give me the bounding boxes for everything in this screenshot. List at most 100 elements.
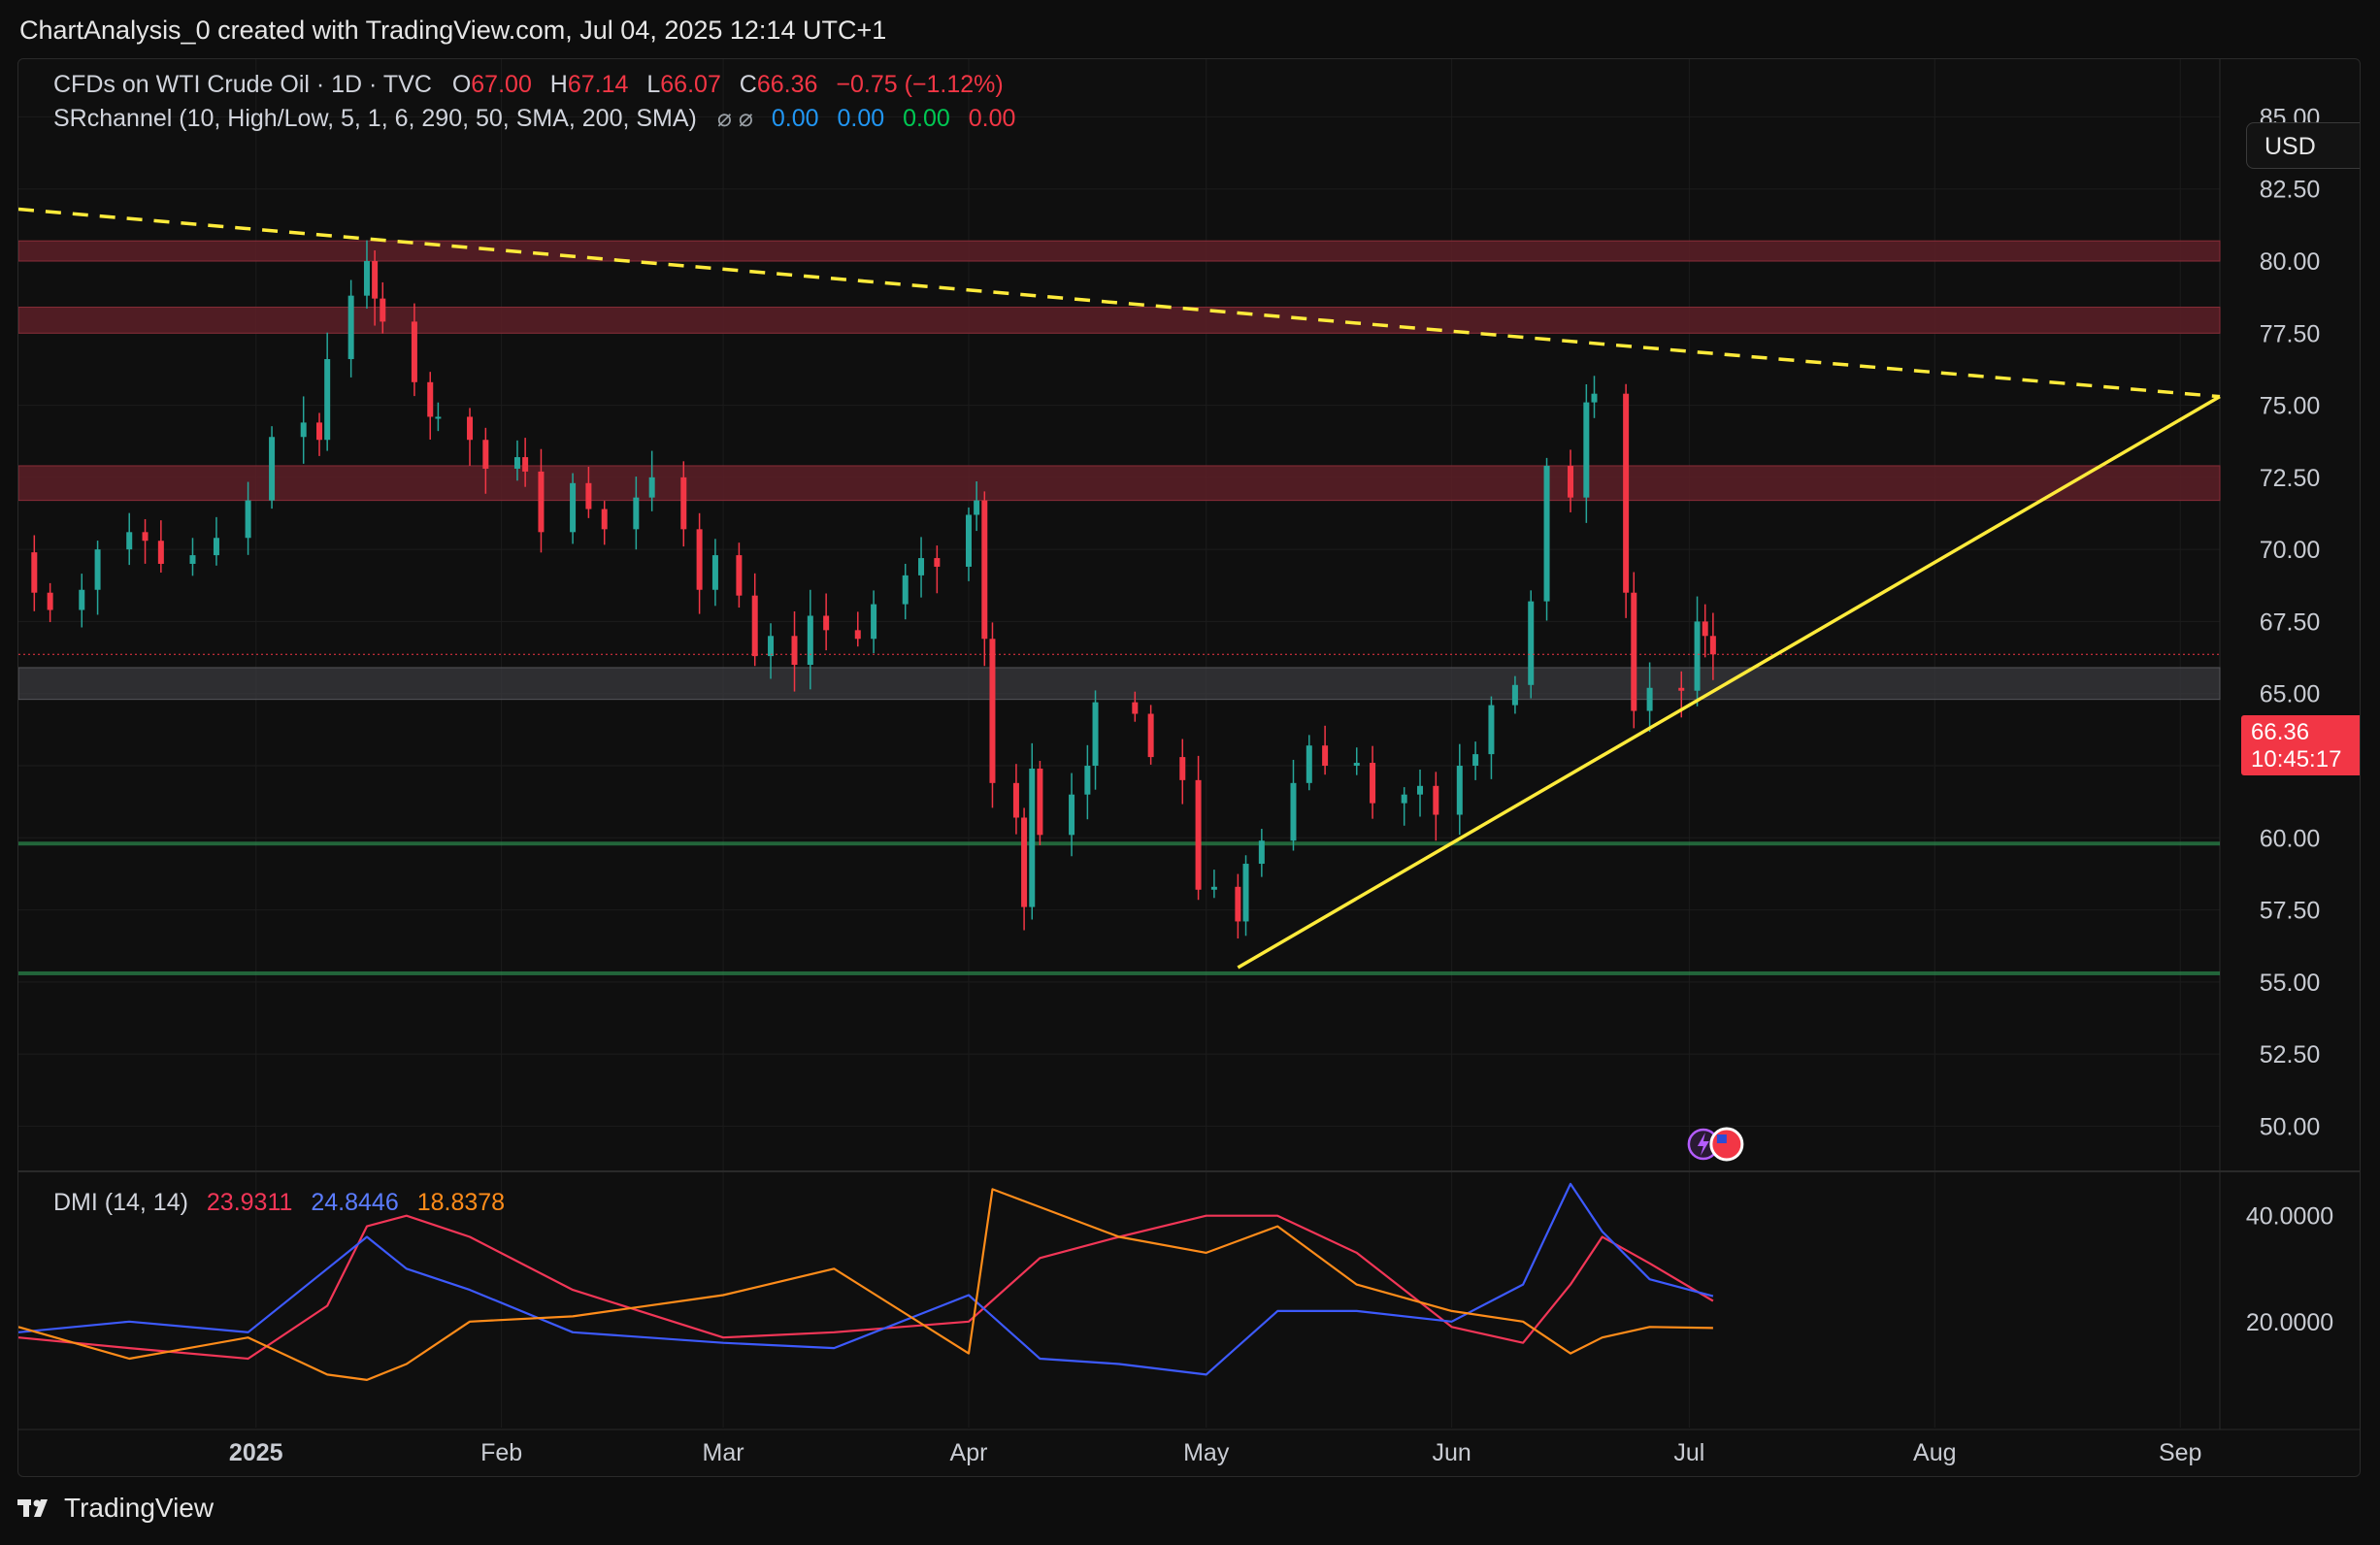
us-flag-event-icon: [1709, 1127, 1744, 1162]
candle-body: [269, 437, 276, 501]
price-tick-label: 60.00: [2260, 825, 2321, 852]
time-tick-label: Sep: [2159, 1439, 2201, 1466]
candle-body: [918, 558, 925, 575]
candle-body: [1179, 757, 1186, 780]
currency-button[interactable]: USD: [2246, 122, 2360, 169]
candle-body: [1401, 794, 1407, 804]
change-value: −0.75 (−1.12%): [836, 71, 1004, 98]
candle-body: [482, 440, 489, 469]
low-value: 66.07: [660, 71, 721, 98]
candle-body: [965, 514, 972, 567]
indicator-title: SRchannel (10, High/Low, 5, 1, 6, 290, 5…: [53, 105, 697, 132]
high-label: H: [549, 71, 568, 98]
candle-body: [513, 457, 520, 469]
candle-body: [467, 416, 474, 441]
candle-body: [347, 295, 354, 360]
candle-body: [363, 261, 370, 296]
dmi-legend: DMI (14, 14) 23.9311 24.8446 18.8378: [53, 1189, 505, 1217]
candle-body: [213, 538, 219, 556]
candle-body: [1147, 713, 1154, 758]
dmi-tick-label: 40.0000: [2246, 1203, 2333, 1231]
indicator-legend: SRchannel (10, High/Low, 5, 1, 6, 290, 5…: [53, 104, 1015, 133]
candle-body: [1631, 592, 1637, 711]
candle-body: [372, 261, 379, 299]
chart-svg[interactable]: 85.0082.5080.0077.5075.0072.5070.0067.50…: [18, 59, 2360, 1476]
candle-body: [1417, 785, 1424, 795]
candle-body: [1258, 840, 1265, 865]
indicator-value-2: 0.00: [837, 105, 885, 132]
resistance-zone: [18, 240, 2221, 262]
candle-body: [126, 532, 133, 550]
tradingview-brand: TradingView: [64, 1493, 215, 1523]
time-axis: 2025 Feb Mar Apr May Jun Jul Aug Sep: [229, 1439, 2202, 1466]
plus-di-value: 23.9311: [206, 1189, 293, 1216]
indicator-value-3: 0.00: [903, 105, 950, 132]
candle-body: [680, 477, 687, 530]
candle-body: [324, 359, 331, 441]
dmi-title: DMI (14, 14): [53, 1189, 188, 1216]
candle-body: [751, 595, 758, 657]
price-tick-label: 70.00: [2260, 537, 2321, 564]
candle-body: [189, 555, 196, 564]
current-price-zone: [18, 667, 2221, 701]
candle-body: [1084, 766, 1091, 795]
candle-body: [1370, 763, 1376, 804]
candle-body: [1488, 705, 1495, 755]
close-value: 66.36: [756, 71, 818, 98]
candle-body: [1242, 864, 1249, 922]
candle-body: [989, 639, 996, 783]
support-line: [18, 841, 2220, 846]
indicator-visibility-icons[interactable]: ⌀ ⌀: [717, 105, 753, 132]
candle-body: [1012, 782, 1019, 818]
candle-body: [601, 509, 608, 530]
candle-body: [1021, 817, 1028, 907]
candle-body: [522, 457, 529, 472]
minus-di-value: 24.8446: [311, 1189, 399, 1216]
candle-body: [1694, 621, 1701, 691]
candle-body: [1709, 636, 1716, 655]
candle-body: [1646, 687, 1653, 711]
dmi-series-line: [18, 1214, 1714, 1361]
last-price-value: 66.36: [2251, 719, 2310, 745]
candle-body: [1290, 782, 1297, 841]
candle-body: [570, 482, 577, 533]
candle-body: [142, 532, 149, 542]
candle-body: [807, 615, 813, 665]
price-tick-label: 50.00: [2260, 1113, 2321, 1140]
close-label: C: [739, 71, 757, 98]
price-tick-label: 55.00: [2260, 970, 2321, 997]
price-tick-label: 65.00: [2260, 681, 2321, 708]
candle-body: [871, 604, 877, 640]
candle-body: [1235, 886, 1241, 922]
dmi-series-line: [18, 1188, 1713, 1381]
candle-body: [1306, 745, 1312, 783]
time-tick-label: Jun: [1432, 1439, 1471, 1466]
low-label: L: [646, 71, 661, 98]
price-tick-label: 82.50: [2260, 177, 2321, 204]
candle-body: [768, 636, 775, 657]
flag-canton: [1716, 1134, 1727, 1143]
candle-body: [1623, 393, 1630, 593]
open-value: 67.00: [471, 71, 532, 98]
symbol-legend: CFDs on WTI Crude Oil · 1D · TVC O67.00 …: [53, 71, 1004, 99]
chart-panel[interactable]: 85.00 82.50 80.00 77.50 75.00 72.50 70.00 67.50…: [17, 58, 2361, 1477]
price-tick-label: 72.50: [2260, 465, 2321, 492]
candle-body: [31, 552, 38, 593]
tradingview-logo-icon: [17, 1499, 48, 1517]
price-tick-label: 67.50: [2260, 608, 2321, 636]
high-value: 67.14: [567, 71, 629, 98]
last-price-tag: 66.36 10:45:17: [2241, 715, 2360, 775]
candle-body: [1591, 393, 1598, 403]
created-with-text: ChartAnalysis_0 created with TradingView…: [19, 16, 887, 45]
tradingview-footer[interactable]: TradingView: [17, 1493, 214, 1524]
candle-body: [934, 558, 941, 567]
candle-body: [435, 416, 442, 419]
candle-body: [1353, 763, 1360, 766]
candle-body: [648, 477, 655, 498]
indicator-value-1: 0.00: [771, 105, 819, 132]
candle-body: [1322, 745, 1329, 766]
candle-body: [300, 422, 307, 438]
candle-body: [1433, 785, 1439, 815]
candle-body: [411, 321, 417, 382]
time-tick-label: Apr: [950, 1439, 988, 1466]
